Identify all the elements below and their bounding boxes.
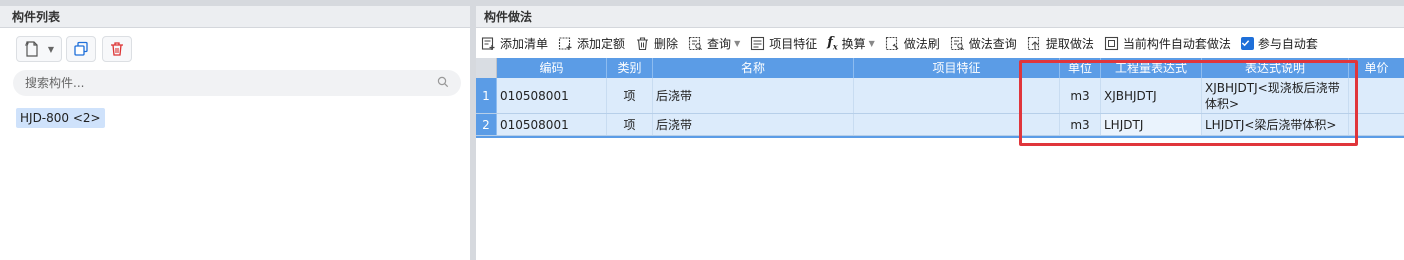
col-header-name[interactable]: 名称 [653, 58, 854, 78]
method-query-icon [950, 36, 964, 50]
extract-method-label: 提取做法 [1045, 36, 1094, 51]
cell-expression[interactable]: XJBHJDTJ [1101, 78, 1202, 113]
cell-feature[interactable] [854, 114, 1060, 135]
app-window: 构件列表 ▼ 搜索构件... HJD-800 <2> 构件做法 添加清单 添加定… [0, 0, 1404, 260]
delete-button[interactable]: 删除 [630, 32, 683, 54]
cell-unit[interactable]: m3 [1060, 114, 1101, 135]
method-toolbar: 添加清单 添加定额 删除 查询 ▼ 项目特征 fx 换算 ▼ 做法刷 做法查询 … [476, 30, 1404, 56]
project-feature-button[interactable]: 项目特征 [745, 32, 822, 54]
copy-icon [74, 41, 88, 56]
method-brush-button[interactable]: 做法刷 [880, 32, 945, 54]
add-quota-label: 添加定额 [577, 36, 626, 51]
cell-price[interactable] [1349, 78, 1404, 113]
project-feature-label: 项目特征 [769, 36, 818, 51]
participate-auto-checkbox[interactable]: 参与自动套 [1236, 32, 1323, 54]
component-tag-hjd800[interactable]: HJD-800 <2> [16, 108, 105, 128]
table-row[interactable]: 1 010508001 项 后浇带 m3 XJBHJDTJ XJBHJDTJ<现… [476, 78, 1404, 114]
delete-component-button[interactable] [102, 36, 132, 62]
col-header-unit[interactable]: 单位 [1060, 58, 1101, 78]
row-number[interactable]: 1 [476, 78, 497, 113]
new-file-icon [24, 41, 38, 57]
method-brush-label: 做法刷 [903, 36, 940, 51]
component-method-panel: 构件做法 添加清单 添加定额 删除 查询 ▼ 项目特征 fx 换算 ▼ 做法刷 … [476, 6, 1404, 260]
query-label: 查询 [707, 36, 732, 51]
extract-method-button[interactable]: 提取做法 [1022, 32, 1099, 54]
chevron-down-icon[interactable]: ▼ [48, 45, 54, 54]
checkbox-checked-icon[interactable] [1240, 36, 1254, 50]
cell-type[interactable]: 项 [607, 114, 653, 135]
grid-corner[interactable] [476, 58, 497, 78]
add-list-label: 添加清单 [500, 36, 549, 51]
auto-apply-button[interactable]: 当前构件自动套做法 [1099, 32, 1236, 54]
query-icon [688, 36, 703, 50]
cell-code[interactable]: 010508001 [497, 114, 607, 135]
chevron-down-icon[interactable]: ▼ [734, 39, 740, 48]
component-search-input[interactable]: 搜索构件... [13, 70, 461, 96]
feature-icon [751, 36, 765, 50]
add-list-icon [481, 36, 495, 50]
cell-unit[interactable]: m3 [1060, 78, 1101, 113]
cell-expression-desc[interactable]: LHJDTJ<梁后浇带体积> [1202, 114, 1349, 135]
convert-label: 换算 [841, 36, 866, 51]
component-list-title: 构件列表 [0, 6, 472, 28]
delete-label: 删除 [654, 36, 679, 51]
participate-auto-label: 参与自动套 [1257, 36, 1318, 51]
fx-icon: fx [827, 34, 838, 52]
add-list-button[interactable]: 添加清单 [476, 32, 553, 54]
chevron-down-icon[interactable]: ▼ [869, 39, 875, 48]
cell-name[interactable]: 后浇带 [653, 78, 854, 113]
method-brush-icon [885, 36, 899, 50]
new-component-button[interactable]: ▼ [16, 36, 62, 62]
cell-expression[interactable]: LHJDTJ [1101, 114, 1202, 135]
component-list-panel: 构件列表 ▼ 搜索构件... HJD-800 <2> [0, 6, 472, 260]
cell-name[interactable]: 后浇带 [653, 114, 854, 135]
cell-feature[interactable] [854, 78, 1060, 113]
cell-expression-desc[interactable]: XJBHJDTJ<现浇板后浇带体积> [1202, 78, 1349, 113]
trash-icon [111, 42, 123, 56]
col-header-price[interactable]: 单价 [1349, 58, 1404, 78]
component-method-title: 构件做法 [476, 6, 1404, 28]
method-query-button[interactable]: 做法查询 [945, 32, 1022, 54]
table-row[interactable]: 2 010508001 项 后浇带 m3 LHJDTJ LHJDTJ<梁后浇带体… [476, 114, 1404, 136]
search-icon[interactable] [437, 76, 449, 88]
auto-apply-label: 当前构件自动套做法 [1122, 36, 1231, 51]
col-header-code[interactable]: 编码 [497, 58, 607, 78]
search-placeholder: 搜索构件... [25, 76, 85, 90]
auto-apply-icon [1104, 36, 1118, 50]
delete-icon [637, 36, 649, 50]
grid-header: 编码 类别 名称 项目特征 单位 工程量表达式 表达式说明 单价 [476, 58, 1404, 78]
copy-component-button[interactable] [66, 36, 96, 62]
col-header-expression[interactable]: 工程量表达式 [1101, 58, 1202, 78]
add-quota-button[interactable]: 添加定额 [553, 32, 630, 54]
cell-code[interactable]: 010508001 [497, 78, 607, 113]
col-header-type[interactable]: 类别 [607, 58, 653, 78]
add-quota-icon [558, 36, 572, 50]
grid-bottom-border [476, 136, 1404, 138]
col-header-feature[interactable]: 项目特征 [854, 58, 1060, 78]
col-header-expression-desc[interactable]: 表达式说明 [1202, 58, 1349, 78]
row-number[interactable]: 2 [476, 114, 497, 135]
cell-type[interactable]: 项 [607, 78, 653, 113]
convert-button[interactable]: fx 换算 ▼ [822, 32, 880, 54]
extract-icon [1027, 36, 1039, 50]
cell-price[interactable] [1349, 114, 1404, 135]
method-query-label: 做法查询 [968, 36, 1017, 51]
query-button[interactable]: 查询 ▼ [683, 32, 745, 54]
